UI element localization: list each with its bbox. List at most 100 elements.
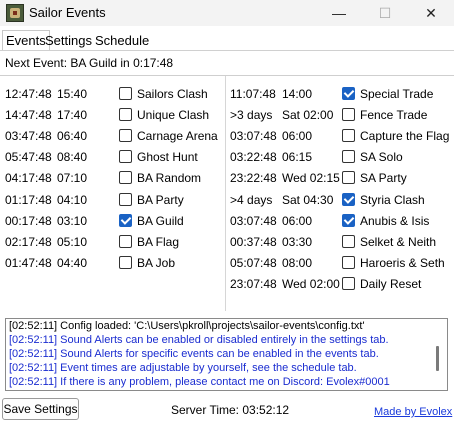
event-countdown: 05:47:48 xyxy=(5,150,52,165)
event-alert-checkbox[interactable] xyxy=(342,213,355,227)
next-event-label: Next Event: BA Guild in 0:17:48 xyxy=(5,56,174,70)
server-time-label: Server Time: 03:52:12 xyxy=(171,403,290,417)
maximize-button[interactable]: ☐ xyxy=(362,0,408,26)
event-row: 02:17:48 05:10 BA Flag xyxy=(5,232,220,252)
event-name[interactable]: Ghost Hunt xyxy=(137,150,198,164)
event-time: Sat 04:30 xyxy=(282,192,334,207)
event-name[interactable]: SA Solo xyxy=(360,150,403,164)
event-row: >3 days Sat 02:00 Fence Trade xyxy=(230,105,450,125)
app-icon xyxy=(6,4,24,22)
event-row: 04:17:48 07:10 BA Random xyxy=(5,168,220,188)
event-alert-checkbox[interactable] xyxy=(119,213,132,227)
event-alert-checkbox[interactable] xyxy=(119,171,132,185)
tab-schedule[interactable]: Schedule xyxy=(92,31,152,50)
event-name[interactable]: Unique Clash xyxy=(137,108,209,122)
event-countdown: 12:47:48 xyxy=(5,87,52,101)
event-name[interactable]: BA Flag xyxy=(137,235,179,249)
title-bar: Sailor Events — ☐ ✕ xyxy=(0,0,454,26)
event-time: 17:40 xyxy=(57,108,88,123)
event-name[interactable]: SA Party xyxy=(360,171,407,185)
event-alert-checkbox[interactable] xyxy=(119,150,132,164)
event-name[interactable]: Styria Clash xyxy=(360,193,425,207)
event-alert-checkbox[interactable] xyxy=(342,150,355,164)
event-alert-checkbox[interactable] xyxy=(342,108,355,122)
tab-divider xyxy=(0,50,454,51)
event-time: 06:15 xyxy=(282,150,313,165)
event-name[interactable]: BA Guild xyxy=(137,214,184,228)
event-alert-checkbox[interactable] xyxy=(119,87,132,100)
event-name[interactable]: Anubis & Isis xyxy=(360,214,429,228)
event-alert-checkbox[interactable] xyxy=(119,108,132,122)
event-time: 04:10 xyxy=(57,192,88,207)
event-name[interactable]: Sailors Clash xyxy=(137,87,208,101)
event-alert-checkbox[interactable] xyxy=(342,255,355,269)
event-countdown: 23:22:48 xyxy=(230,171,277,186)
event-time: Sat 02:00 xyxy=(282,108,334,123)
event-alert-checkbox[interactable] xyxy=(342,129,355,143)
log-line: [02:52:11] Sound Alerts can be enabled o… xyxy=(9,334,389,346)
event-countdown: 04:17:48 xyxy=(5,171,52,186)
event-time: Wed 02:15 xyxy=(282,171,340,186)
event-time: 03:10 xyxy=(57,213,88,228)
event-name[interactable]: Carnage Arena xyxy=(137,129,218,143)
log-line: [02:52:11] If there is any problem, plea… xyxy=(9,376,390,388)
event-row: 11:07:48 14:00 Special Trade xyxy=(230,84,450,104)
event-row: 03:47:48 06:40 Carnage Arena xyxy=(5,126,220,146)
save-settings-button[interactable]: Save Settings xyxy=(2,398,79,420)
event-name[interactable]: Haroeris & Seth xyxy=(360,256,445,270)
event-time: Wed 02:00 xyxy=(282,276,340,291)
event-row: 23:07:48 Wed 02:00 Daily Reset xyxy=(230,274,450,294)
column-divider xyxy=(225,76,226,311)
event-countdown: 01:47:48 xyxy=(5,255,52,270)
event-row: 14:47:48 17:40 Unique Clash xyxy=(5,105,220,125)
close-button[interactable]: ✕ xyxy=(408,0,454,26)
event-alert-checkbox[interactable] xyxy=(342,87,355,100)
event-row: 03:07:48 06:00 Capture the Flag xyxy=(230,126,450,146)
minimize-button[interactable]: — xyxy=(316,0,362,26)
event-countdown: 14:47:48 xyxy=(5,108,52,123)
event-name[interactable]: BA Job xyxy=(137,256,175,270)
event-time: 06:40 xyxy=(57,129,88,144)
made-by-link[interactable]: Made by Evolex xyxy=(374,406,452,418)
event-countdown: 03:07:48 xyxy=(230,129,277,144)
event-name[interactable]: BA Random xyxy=(137,171,201,185)
event-countdown: 00:37:48 xyxy=(230,234,277,249)
event-time: 08:00 xyxy=(282,255,313,270)
log-scrollbar[interactable] xyxy=(436,346,439,371)
divider xyxy=(0,75,454,76)
event-name[interactable]: Selket & Neith xyxy=(360,235,436,249)
log-line: [02:52:11] Config loaded: 'C:\Users\pkro… xyxy=(9,320,365,332)
event-row: 03:22:48 06:15 SA Solo xyxy=(230,147,450,167)
event-row: >4 days Sat 04:30 Styria Clash xyxy=(230,190,450,210)
event-time: 14:00 xyxy=(282,87,313,101)
event-alert-checkbox[interactable] xyxy=(119,255,132,269)
window-title: Sailor Events xyxy=(29,5,106,20)
event-row: 12:47:48 15:40 Sailors Clash xyxy=(5,84,220,104)
event-alert-checkbox[interactable] xyxy=(119,192,132,206)
event-alert-checkbox[interactable] xyxy=(342,234,355,248)
event-countdown: 03:47:48 xyxy=(5,129,52,144)
event-row: 01:47:48 04:40 BA Job xyxy=(5,253,220,273)
event-name[interactable]: BA Party xyxy=(137,193,184,207)
log-line: [02:52:11] Sound Alerts for specific eve… xyxy=(9,348,379,360)
event-name[interactable]: Capture the Flag xyxy=(360,129,449,143)
event-row: 23:22:48 Wed 02:15 SA Party xyxy=(230,168,450,188)
event-time: 06:00 xyxy=(282,129,313,144)
event-time: 08:40 xyxy=(57,150,88,165)
event-countdown: 00:17:48 xyxy=(5,213,52,228)
event-row: 01:17:48 04:10 BA Party xyxy=(5,190,220,210)
event-alert-checkbox[interactable] xyxy=(119,234,132,248)
event-name[interactable]: Daily Reset xyxy=(360,277,421,291)
log-panel[interactable]: [02:52:11] Config loaded: 'C:\Users\pkro… xyxy=(5,318,448,391)
event-alert-checkbox[interactable] xyxy=(119,129,132,143)
log-line: [02:52:11] Event times are adjustable by… xyxy=(9,362,357,374)
event-alert-checkbox[interactable] xyxy=(342,276,355,290)
tab-settings[interactable]: Settings xyxy=(42,31,95,50)
event-countdown: >3 days xyxy=(230,108,273,123)
event-row: 03:07:48 06:00 Anubis & Isis xyxy=(230,211,450,231)
event-alert-checkbox[interactable] xyxy=(342,192,355,206)
event-name[interactable]: Fence Trade xyxy=(360,108,427,122)
event-alert-checkbox[interactable] xyxy=(342,171,355,185)
event-name[interactable]: Special Trade xyxy=(360,87,433,101)
event-countdown: 23:07:48 xyxy=(230,276,277,291)
